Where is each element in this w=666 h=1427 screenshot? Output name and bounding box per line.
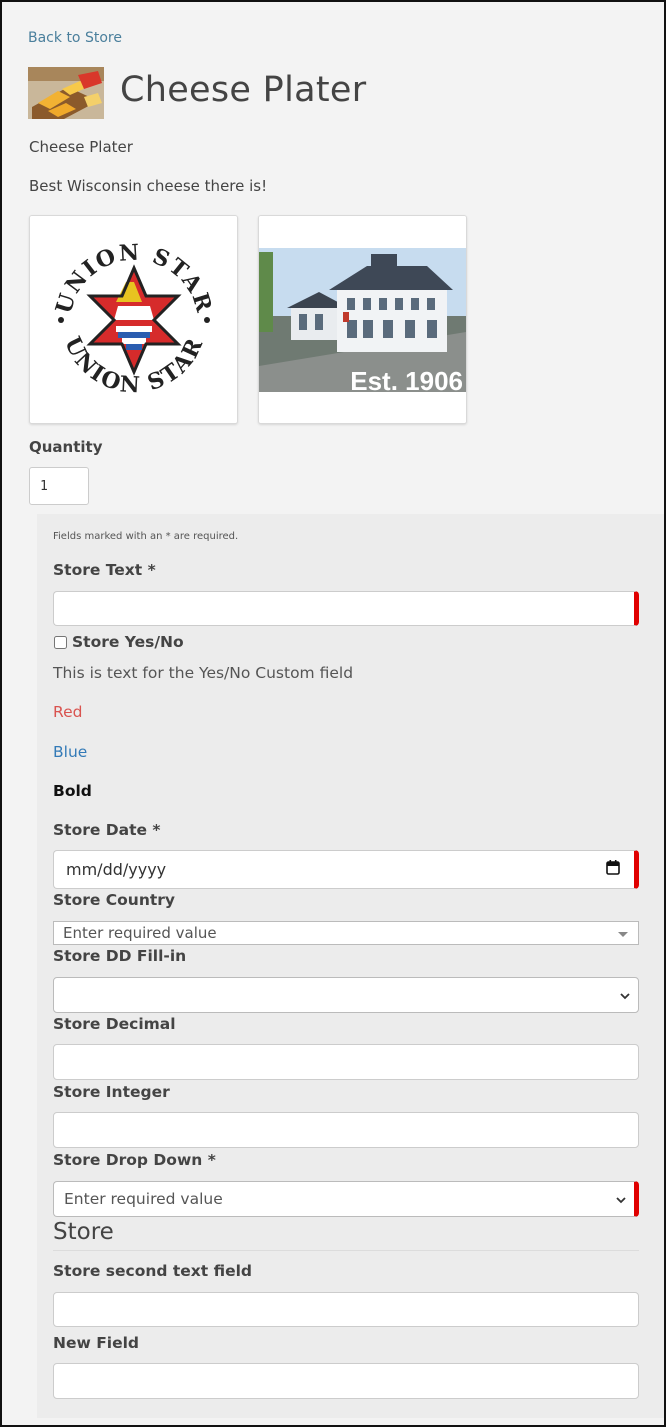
product-title: Cheese Plater [120, 70, 367, 110]
quantity-input[interactable] [29, 467, 89, 505]
back-to-store-link[interactable]: Back to Store [28, 30, 122, 46]
product-description: Best Wisconsin cheese there is! [29, 177, 268, 195]
store-date-placeholder: mm/dd/yyyy [66, 860, 167, 879]
new-field-input[interactable] [53, 1363, 639, 1399]
blue-text: Blue [53, 743, 88, 761]
store-drop-down-placeholder: Enter required value [64, 1190, 223, 1208]
store-date-label: Store Date * [53, 821, 161, 839]
store-yes-no-label: Store Yes/No [72, 633, 184, 651]
building-caption: Est. 1906 [350, 366, 463, 396]
store-country-select[interactable]: Enter required value [53, 921, 639, 945]
store-second-text-input[interactable] [53, 1292, 639, 1327]
store-section-heading: Store [53, 1219, 639, 1251]
store-second-text-label: Store second text field [53, 1262, 253, 1280]
dropdown-arrow-icon [618, 924, 628, 942]
yes-no-custom-text: This is text for the Yes/No Custom field [53, 664, 354, 682]
store-drop-down-select[interactable]: Enter required value [53, 1181, 639, 1217]
store-country-placeholder: Enter required value [63, 924, 217, 942]
red-text: Red [53, 703, 83, 721]
store-drop-down-label: Store Drop Down * [53, 1151, 216, 1169]
calendar-icon[interactable] [606, 860, 620, 879]
store-integer-input[interactable] [53, 1112, 639, 1148]
chevron-down-icon [616, 1190, 626, 1208]
product-thumbnail [28, 67, 104, 119]
bold-text: Bold [53, 782, 92, 800]
store-integer-label: Store Integer [53, 1083, 170, 1101]
product-subtitle: Cheese Plater [29, 138, 133, 156]
building-photo-image[interactable]: Est. 1906 [258, 215, 467, 424]
store-text-input[interactable] [53, 591, 639, 626]
store-dd-fillin-select[interactable] [53, 977, 639, 1013]
store-date-input[interactable]: mm/dd/yyyy [53, 850, 639, 889]
store-decimal-label: Store Decimal [53, 1015, 176, 1033]
store-yes-no-checkbox-row[interactable]: Store Yes/No [53, 633, 184, 651]
store-yes-no-checkbox[interactable] [54, 635, 67, 649]
store-dd-fillin-label: Store DD Fill-in [53, 947, 187, 965]
union-star-logo-image[interactable]: UNION STAR UNION STAR [29, 215, 238, 424]
store-decimal-input[interactable] [53, 1044, 639, 1080]
required-fields-note: Fields marked with an * are required. [53, 531, 239, 542]
store-text-label: Store Text * [53, 561, 156, 579]
new-field-label: New Field [53, 1334, 140, 1352]
chevron-down-icon [620, 986, 630, 1004]
store-country-label: Store Country [53, 891, 176, 909]
quantity-label: Quantity [29, 438, 103, 456]
